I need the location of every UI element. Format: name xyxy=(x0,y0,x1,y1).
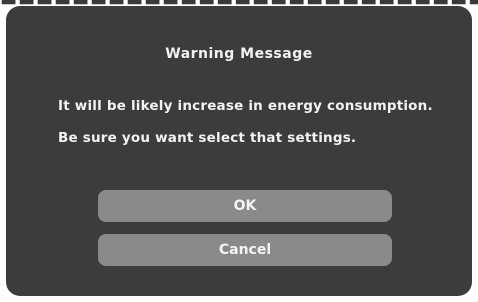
ok-button-label: OK xyxy=(233,198,257,214)
message-line-1: It will be likely increase in energy con… xyxy=(58,98,433,114)
warning-dialog: Warning Message It will be likely increa… xyxy=(6,6,472,296)
cancel-button[interactable]: Cancel xyxy=(98,234,392,266)
ok-button[interactable]: OK xyxy=(98,190,392,222)
dialog-title: Warning Message xyxy=(165,46,313,62)
cancel-button-label: Cancel xyxy=(218,242,272,258)
message-line-2: Be sure you want select that settings. xyxy=(58,130,357,146)
